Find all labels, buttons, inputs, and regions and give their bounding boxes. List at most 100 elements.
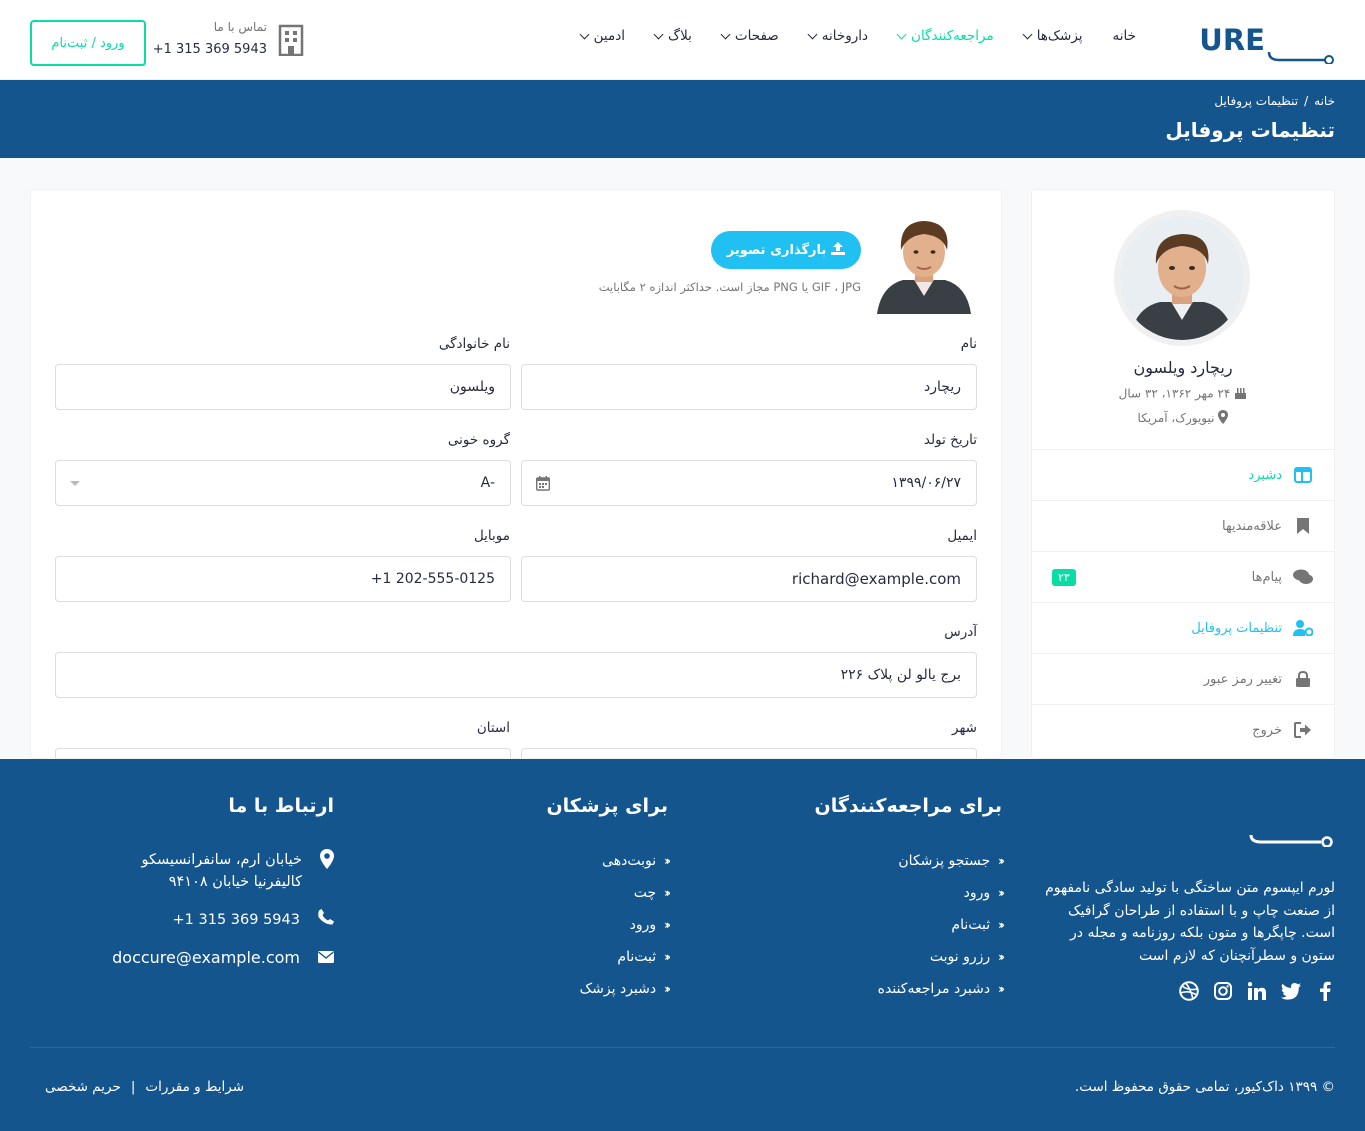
footer-link[interactable]: ‹‹ دشبرد مراجعه‌کننده bbox=[878, 973, 1005, 1005]
sidebar-item-label: تنظیمات پروفایل bbox=[1191, 620, 1282, 636]
city-field[interactable] bbox=[521, 748, 977, 758]
site-footer: DOCCURE لورم ایپسوم متن ساختگی با تولید … bbox=[0, 759, 1365, 1131]
nav-home[interactable]: خانه bbox=[1113, 28, 1136, 44]
sidebar-item-change-password[interactable]: تغییر رمز عبور bbox=[1032, 653, 1334, 704]
last-name-field[interactable]: ویلسون bbox=[55, 364, 511, 410]
sidebar-item-label: خروج bbox=[1252, 722, 1282, 738]
nav-admin[interactable]: ادمین bbox=[579, 28, 625, 44]
double-chevron-icon: ‹‹ bbox=[998, 854, 1005, 868]
policy-separator: | bbox=[130, 1079, 136, 1095]
footer-link[interactable]: ‹‹ ثبت‌نام bbox=[878, 909, 1005, 941]
double-chevron-icon: ‹‹ bbox=[664, 854, 671, 868]
sidebar-item-label: تغییر رمز عبور bbox=[1203, 671, 1282, 687]
sign-out-icon bbox=[1292, 721, 1314, 739]
main-nav: خانه پزشک‌ها مراجعه‌کنندگان داروخانه صفح… bbox=[551, 28, 1136, 44]
footer-policy-links: شرایط و مقررات | حریم شخصی bbox=[45, 1079, 244, 1095]
footer-link[interactable]: ‹‹ دشبرد پزشک bbox=[580, 973, 671, 1005]
footer-social bbox=[1179, 981, 1335, 1001]
mobile-field[interactable]: +1 202-555-0125 bbox=[55, 556, 511, 602]
envelope-icon bbox=[318, 947, 334, 969]
breadcrumb-bar: خانه / تنظیمات پروفایل تنظیمات پروفایل bbox=[0, 80, 1365, 158]
dribbble-icon[interactable] bbox=[1179, 981, 1199, 1001]
state-label: استان bbox=[476, 720, 510, 736]
sidebar-item-profile-settings[interactable]: تنظیمات پروفایل bbox=[1032, 602, 1334, 653]
sidebar-item-label: علاقه‌مندیها bbox=[1222, 518, 1282, 534]
footer-link[interactable]: ‹‹ رزرو نوبت bbox=[878, 941, 1005, 973]
contact-phone[interactable]: +1 315 369 5943 bbox=[153, 42, 267, 57]
site-logo[interactable]: DOCC URE bbox=[1084, 20, 1335, 65]
first-name-field[interactable]: ریچارد bbox=[521, 364, 977, 410]
city-label: شهر bbox=[952, 720, 977, 736]
footer-phone[interactable]: +1 315 369 5943 bbox=[173, 909, 334, 932]
site-header: DOCC URE خانه پزشک‌ها مراجعه‌کنندگان دار… bbox=[0, 0, 1365, 80]
footer-link[interactable]: ‹‹ ورود bbox=[580, 909, 671, 941]
dob-field[interactable]: ۱۳۹۹/۰۶/۲۷ bbox=[521, 460, 977, 506]
address-field[interactable]: برج یالو لن پلاک ۲۲۶ bbox=[55, 652, 977, 698]
double-chevron-icon: ‹‹ bbox=[664, 918, 671, 932]
comments-icon bbox=[1292, 568, 1314, 586]
footer-link[interactable]: ‹‹ چت bbox=[580, 877, 671, 909]
birthday-cake-icon bbox=[1234, 386, 1247, 402]
nav-doctors[interactable]: پزشک‌ها bbox=[1022, 28, 1083, 44]
chevron-down-icon bbox=[1022, 29, 1033, 39]
footer-logo[interactable]: DOCCURE bbox=[931, 795, 1335, 848]
linkedin-icon[interactable] bbox=[1247, 981, 1267, 1001]
footer-patients-links: ‹‹ جستجو پزشکان ‹‹ ورود ‹‹ ثبت‌نام ‹‹ رزرو ن… bbox=[878, 845, 1005, 1005]
nav-patients[interactable]: مراجعه‌کنندگان bbox=[896, 28, 994, 44]
footer-link[interactable]: ‹‹ جستجو پزشکان bbox=[878, 845, 1005, 877]
blood-group-select[interactable]: A- bbox=[55, 460, 511, 506]
sidebar-item-logout[interactable]: خروج bbox=[1032, 704, 1334, 755]
email-field[interactable]: richard@example.com bbox=[521, 556, 977, 602]
contact-label: تماس با ما bbox=[213, 20, 267, 34]
sidebar-item-dashboard[interactable]: دشبرد bbox=[1032, 449, 1334, 500]
hospital-building-icon bbox=[277, 24, 305, 57]
double-chevron-icon: ‹‹ bbox=[664, 982, 671, 996]
sidebar-item-messages[interactable]: پیام‌ها ۲۳ bbox=[1032, 551, 1334, 602]
footer-link[interactable]: ‹‹ ورود bbox=[878, 877, 1005, 909]
privacy-link[interactable]: حریم شخصی bbox=[45, 1079, 121, 1095]
profile-birth: ۲۴ مهر ۱۳۶۲، ۳۲ سال bbox=[1032, 386, 1334, 402]
twitter-icon[interactable] bbox=[1281, 981, 1301, 1001]
breadcrumb-current: تنظیمات پروفایل bbox=[1214, 94, 1299, 108]
chevron-down-icon bbox=[807, 29, 818, 39]
sidebar-item-label: پیام‌ها bbox=[1251, 569, 1282, 585]
facebook-icon[interactable] bbox=[1315, 981, 1335, 1001]
footer-link[interactable]: ‹‹ نوبت‌دهی bbox=[580, 845, 671, 877]
sidebar-item-favourites[interactable]: علاقه‌مندیها bbox=[1032, 500, 1334, 551]
footer-contact-title: ارتباط با ما bbox=[228, 795, 334, 817]
instagram-icon[interactable] bbox=[1213, 981, 1233, 1001]
nav-pages[interactable]: صفحات bbox=[720, 28, 779, 44]
nav-pharmacy[interactable]: داروخانه bbox=[807, 28, 868, 44]
profile-photo bbox=[877, 214, 971, 314]
footer-patients-title: برای مراجعه‌کنندگان bbox=[814, 795, 1002, 817]
map-marker-icon bbox=[1218, 410, 1229, 427]
footer-about: لورم ایپسوم متن ساختگی با تولید سادگی نا… bbox=[1045, 880, 1335, 964]
footer-doctors-title: برای پزشکان bbox=[546, 795, 668, 817]
footer-copyright: © ۱۳۹۹ داک‌کیور، تمامی حقوق محفوظ است. bbox=[1074, 1079, 1335, 1095]
footer-link[interactable]: ‹‹ ثبت‌نام bbox=[580, 941, 671, 973]
email-label: ایمیل bbox=[947, 528, 977, 544]
double-chevron-icon: ‹‹ bbox=[998, 886, 1005, 900]
messages-count-badge: ۲۳ bbox=[1052, 569, 1076, 586]
calendar-icon[interactable] bbox=[535, 476, 551, 495]
chevron-down-icon bbox=[896, 29, 907, 39]
breadcrumb-home[interactable]: خانه bbox=[1314, 94, 1335, 108]
footer-address: خیابان ارم، سانفرانسیسکو کالیفرنیا خیابان… bbox=[141, 849, 334, 893]
profile-location: نیویورک، آمریکا bbox=[1032, 410, 1334, 427]
state-field[interactable] bbox=[55, 748, 511, 758]
mobile-label: موبایل bbox=[473, 528, 510, 544]
footer-email[interactable]: doccure@example.com bbox=[112, 947, 334, 969]
chevron-down-icon bbox=[653, 29, 664, 39]
double-chevron-icon: ‹‹ bbox=[998, 950, 1005, 964]
profile-sidebar: ریچارد ویلسون ۲۴ مهر ۱۳۶۲، ۳۲ سال نیویور… bbox=[1031, 189, 1335, 759]
dob-label: تاریخ تولد bbox=[923, 432, 977, 448]
footer-doctors-links: ‹‹ نوبت‌دهی ‹‹ چت ‹‹ ورود ‹‹ ثبت‌نام ‹‹ دشبرد… bbox=[580, 845, 671, 1005]
login-signup-button[interactable]: ورود / ثبت‌نام bbox=[30, 20, 146, 66]
nav-blog[interactable]: بلاگ bbox=[653, 28, 692, 44]
lock-icon bbox=[1292, 670, 1314, 688]
sidebar-menu: دشبرد علاقه‌مندیها پیام‌ها ۲۳ تنظیمات پر… bbox=[1032, 449, 1334, 755]
page-title: تنظیمات پروفایل bbox=[1165, 118, 1335, 142]
terms-link[interactable]: شرایط و مقررات bbox=[145, 1079, 244, 1095]
upload-photo-button[interactable]: بارگذاری تصویر bbox=[711, 231, 861, 269]
address-label: آدرس bbox=[944, 624, 977, 640]
